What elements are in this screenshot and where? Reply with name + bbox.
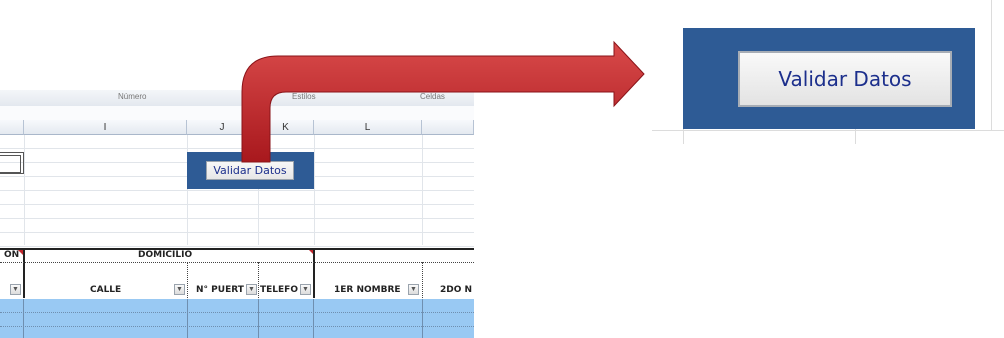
grid-row[interactable] [0,233,474,247]
dotted-divider [0,262,474,263]
validar-datos-button[interactable]: Validar Datos [738,51,952,107]
grid-line [24,135,25,245]
group-header-partial: ON [4,250,20,260]
field-puerta: N° PUERT [196,285,244,295]
row-divider [0,326,474,327]
grid-line [991,0,992,130]
grid-line [187,299,188,338]
filter-dropdown-icon[interactable]: ▼ [10,284,21,295]
grid-row[interactable] [0,191,474,205]
row-divider [0,312,474,313]
grid-line [422,299,423,338]
filter-dropdown-icon[interactable]: ▼ [246,284,257,295]
grid-row[interactable] [0,219,474,233]
field-calle: CALLE [90,285,122,295]
field-telefono: TELEFO [260,285,298,295]
filter-dropdown-icon[interactable]: ▼ [408,284,419,295]
field-nombre1: 1ER NOMBRE [334,285,401,295]
table-group-header: ON DOMICILIO [0,248,474,262]
grid-line [23,299,24,338]
curved-arrow-icon [241,40,645,163]
validar-panel-large: Validar Datos [683,28,975,129]
grid-line [652,130,1004,131]
field-header-row: ▼ CALLE ▼ N° PUERT ▼ TELEFO ▼ 1ER NOMBRE… [0,282,474,298]
bordered-cell [0,152,24,174]
grid-line [258,299,259,338]
column-header-i[interactable]: I [24,120,187,135]
grid-line [313,299,314,338]
group-header-domicilio: DOMICILIO [138,250,193,260]
filter-dropdown-icon[interactable]: ▼ [300,284,311,295]
grid-row[interactable] [0,205,474,219]
data-rows[interactable] [0,299,474,338]
column-header-partial[interactable] [0,120,24,135]
field-nombre2: 2DO N [440,285,473,295]
filter-dropdown-icon[interactable]: ▼ [174,284,185,295]
ribbon-group-numero: Número [118,92,147,101]
